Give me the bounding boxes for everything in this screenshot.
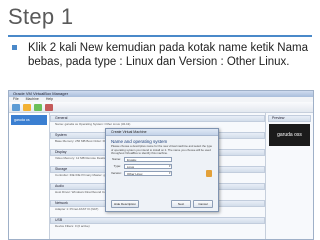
chevron-down-icon: ▾	[169, 164, 171, 168]
preview-screen: garuda oss	[269, 124, 310, 146]
section-usb-body: Device Filters: 0 (0 active)	[55, 224, 90, 228]
dialog-buttons: Hide Description Next Cancel	[111, 200, 213, 208]
new-button[interactable]	[12, 103, 20, 111]
section-general[interactable]: General	[50, 115, 265, 122]
type-row: Type: Linux ▾	[106, 163, 218, 170]
vm-list: garuda os	[9, 113, 50, 239]
menu-help[interactable]: Help	[46, 97, 53, 101]
hide-description-button[interactable]: Hide Description	[111, 200, 140, 208]
vm-list-item[interactable]: garuda os	[11, 115, 47, 125]
menu-file[interactable]: File	[13, 97, 19, 101]
start-button[interactable]	[34, 103, 42, 111]
section-usb[interactable]: USB	[50, 217, 265, 224]
name-row: Name: linuxku	[106, 156, 218, 163]
next-button[interactable]: Next	[171, 200, 191, 208]
menu-machine[interactable]: Machine	[26, 97, 39, 101]
dialog-description: Please choose a descriptive name for the…	[111, 144, 213, 155]
settings-button[interactable]	[23, 103, 31, 111]
name-label: Name:	[112, 157, 121, 161]
title-divider	[8, 35, 312, 37]
chevron-down-icon: ▾	[169, 171, 171, 175]
name-input[interactable]: linuxku	[124, 156, 172, 162]
dialog-title: Create Virtual Machine	[106, 129, 218, 136]
slide-title: Step 1	[8, 4, 74, 29]
type-select[interactable]: Linux	[124, 163, 172, 169]
preview-pane: Preview garuda oss	[265, 113, 313, 239]
bullet-text: Klik 2 kali New kemudian pada kotak name…	[28, 42, 308, 68]
discard-button[interactable]	[45, 103, 53, 111]
version-select[interactable]: Other Linux	[124, 170, 172, 176]
preview-title: Preview	[268, 115, 311, 122]
create-vm-dialog: Create Virtual Machine Name and operatin…	[105, 128, 219, 212]
version-label: Version:	[111, 171, 122, 175]
bullet-square-icon	[12, 45, 17, 50]
type-label: Type:	[113, 164, 121, 168]
os-type-icon	[206, 170, 212, 177]
toolbar	[9, 102, 313, 113]
version-row: Version: Other Linux ▾	[106, 170, 218, 177]
cancel-button[interactable]: Cancel	[193, 200, 213, 208]
